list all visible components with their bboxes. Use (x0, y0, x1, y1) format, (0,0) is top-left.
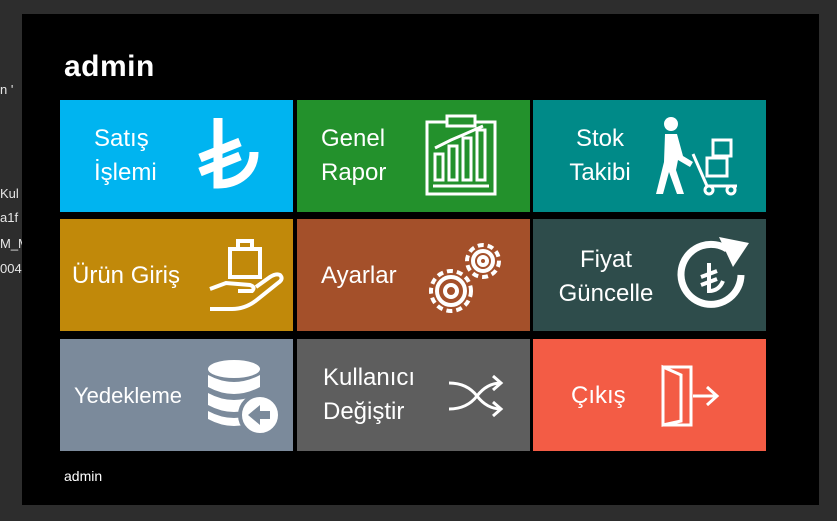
hand-truck-icon (656, 117, 737, 196)
bg-text-line: Kul (0, 186, 19, 201)
tile-urun-giris[interactable]: Ürün Giriş (60, 219, 293, 331)
tile-fiyat-guncelle[interactable]: Fiyat Güncelle (533, 219, 766, 331)
hand-bag-icon (209, 239, 284, 311)
tile-label: Satış İşlemi (94, 125, 157, 186)
bg-text-line: 004 (0, 261, 22, 276)
main-menu-window: admin Satış İşlemi Genel Rapor Stok Taki… (22, 14, 819, 505)
bg-text-line: n ' (0, 82, 14, 97)
tile-label: Genel Rapor (321, 125, 387, 186)
database-restore-icon (208, 360, 282, 437)
tile-yedekleme[interactable]: Yedekleme (60, 339, 293, 451)
gears-icon (429, 243, 501, 313)
bg-text-line: a1f (0, 210, 19, 225)
exit-door-icon (661, 364, 720, 427)
tile-label: Ayarlar (321, 262, 397, 289)
tile-cikis[interactable]: Çıkış (533, 339, 766, 451)
tile-label: Yedekleme (74, 383, 183, 408)
tile-stok-takibi[interactable]: Stok Takibi (533, 100, 766, 212)
window-title: admin (64, 50, 155, 83)
report-chart-icon (425, 114, 497, 196)
lira-icon (198, 118, 259, 189)
tile-label: Fiyat Güncelle (558, 246, 654, 307)
shuffle-icon (448, 374, 504, 418)
refresh-lira-icon (677, 237, 749, 308)
current-user-label: admin (64, 468, 103, 484)
tile-label: Kullanıcı Değiştir (323, 364, 416, 425)
tile-genel-rapor[interactable]: Genel Rapor (297, 100, 530, 212)
tile-label: Ürün Giriş (72, 262, 181, 289)
tile-ayarlar[interactable]: Ayarlar (297, 219, 530, 331)
tile-label: Çıkış (571, 382, 626, 409)
tile-satis-islemi[interactable]: Satış İşlemi (60, 100, 293, 212)
tile-kullanici-degistir[interactable]: Kullanıcı Değiştir (297, 339, 530, 451)
tile-label: Stok Takibi (569, 125, 631, 186)
